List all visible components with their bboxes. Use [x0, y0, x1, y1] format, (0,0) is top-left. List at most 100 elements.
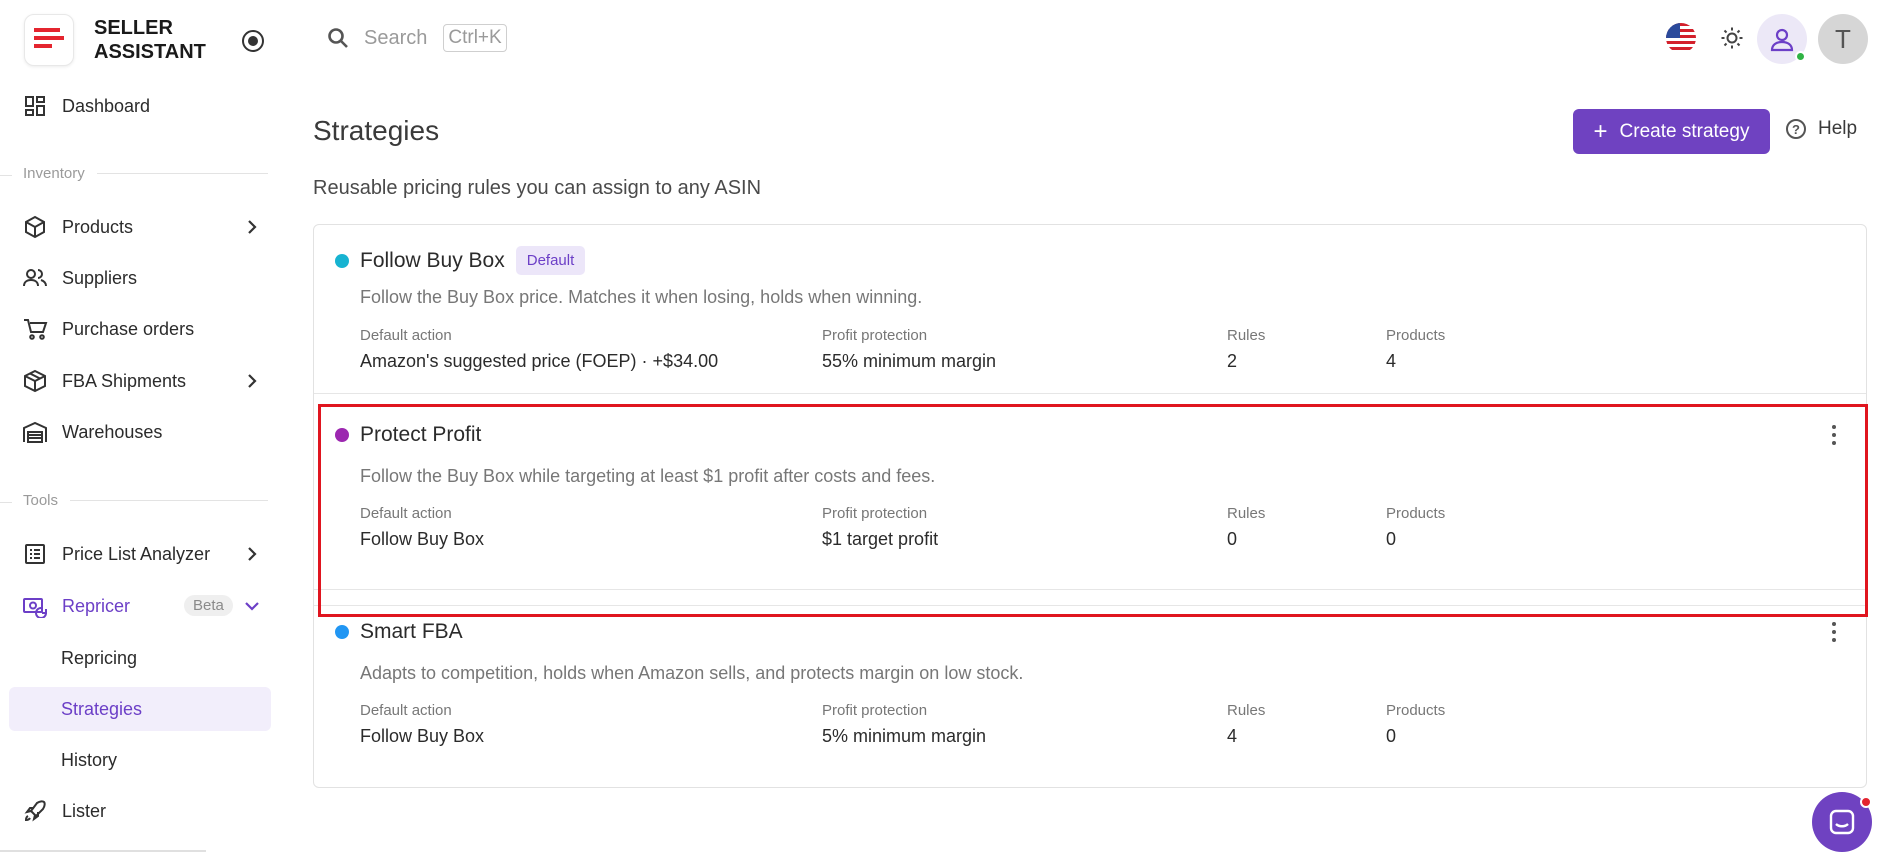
seller-assistant-logo [24, 14, 74, 66]
record-icon [248, 36, 258, 46]
chevron-right-icon[interactable] [242, 371, 262, 391]
strategy-color-dot [335, 428, 349, 442]
default-action-value: Follow Buy Box [360, 726, 485, 746]
sidebar-item-label: Purchase orders [62, 318, 195, 339]
help-label: Help [1818, 118, 1858, 139]
chat-icon [1829, 809, 1855, 835]
chevron-right-icon[interactable] [242, 217, 262, 237]
field-label: Default action [360, 327, 452, 344]
strategy-description: Adapts to competition, holds when Amazon… [360, 663, 1024, 683]
box-icon [22, 214, 48, 240]
field-label: Default action [360, 702, 452, 719]
field-label: Default action [360, 505, 452, 522]
sidebar-item-label: Repricing [61, 647, 138, 668]
strategy-card[interactable]: Smart FBA Adapts to competition, holds w… [314, 606, 1866, 788]
list-icon [22, 541, 48, 567]
section-label-inventory: Inventory [23, 165, 268, 182]
strategy-list: Follow Buy Box Default Follow the Buy Bo… [313, 224, 1867, 788]
field-label: Rules [1227, 505, 1266, 522]
rules-value: 4 [1227, 726, 1238, 746]
sidebar-item-label: Dashboard [62, 95, 151, 116]
sidebar-item-history[interactable]: History [0, 738, 280, 782]
profit-protection-value: 5% minimum margin [822, 726, 987, 746]
package-icon [22, 368, 48, 394]
us-flag-icon[interactable] [1666, 23, 1696, 53]
field-label: Profit protection [822, 505, 928, 522]
search-icon [328, 28, 348, 48]
sidebar-item-label: Lister [62, 800, 107, 821]
field-label: Products [1386, 702, 1446, 719]
sidebar-item-label: FBA Shipments [62, 370, 187, 391]
products-value: 4 [1386, 351, 1397, 371]
plus-icon: + [1593, 117, 1608, 145]
avatar[interactable]: T [1818, 14, 1868, 64]
record-button[interactable] [242, 30, 264, 52]
sidebar-item-lister[interactable]: Lister [0, 789, 280, 833]
chevron-down-icon[interactable] [242, 596, 262, 616]
sidebar-item-label: Price List Analyzer [62, 543, 211, 564]
search-input[interactable]: Search [364, 27, 427, 50]
strategy-card[interactable]: Follow Buy Box Default Follow the Buy Bo… [314, 225, 1866, 393]
products-value: 0 [1386, 529, 1397, 549]
sidebar: SELLER ASSISTANT Dashboard Inventory Pro… [0, 0, 280, 852]
page-title: Strategies [313, 115, 440, 146]
sidebar-item-label: Suppliers [62, 267, 138, 288]
field-label: Profit protection [822, 327, 928, 344]
strategy-description: Follow the Buy Box price. Matches it whe… [360, 287, 923, 307]
sidebar-item-price-list-analyzer[interactable]: Price List Analyzer [0, 532, 280, 576]
sidebar-item-purchase-orders[interactable]: Purchase orders [0, 307, 280, 351]
create-strategy-label: Create strategy [1619, 120, 1750, 142]
sidebar-item-fba-shipments[interactable]: FBA Shipments [0, 359, 280, 403]
sidebar-item-suppliers[interactable]: Suppliers [0, 256, 280, 300]
section-label-tools: Tools [23, 492, 268, 509]
user-icon [1770, 28, 1794, 52]
divider [0, 502, 12, 503]
more-options-icon[interactable] [1822, 620, 1846, 644]
warehouse-icon [22, 419, 48, 445]
section-label-text: Tools [23, 492, 59, 509]
page-subtitle: Reusable pricing rules you can assign to… [313, 177, 762, 199]
strategy-card[interactable]: Protect Profit Follow the Buy Box while … [314, 403, 1866, 589]
field-label: Rules [1227, 327, 1266, 344]
people-icon [22, 265, 48, 291]
create-strategy-button[interactable]: + Create strategy [1573, 109, 1770, 154]
help-icon: ? [1786, 119, 1806, 139]
rules-value: 0 [1227, 529, 1238, 549]
rocket-icon [22, 798, 48, 824]
notification-dot [1860, 796, 1872, 808]
sun-icon [1721, 27, 1743, 49]
divider [0, 175, 12, 176]
search-shortcut: Ctrl+K [443, 24, 507, 52]
strategy-description: Follow the Buy Box while targeting at le… [360, 466, 936, 486]
sidebar-item-label: History [61, 749, 118, 770]
chevron-right-icon[interactable] [242, 544, 262, 564]
theme-toggle-button[interactable] [1718, 24, 1746, 52]
products-value: 0 [1386, 726, 1397, 746]
divider [314, 393, 1866, 394]
sidebar-item-strategies[interactable]: Strategies [9, 687, 271, 731]
default-action-value: Follow Buy Box [360, 529, 485, 549]
brand[interactable]: SELLER ASSISTANT [24, 14, 206, 66]
sidebar-item-label: Strategies [61, 698, 143, 719]
sidebar-item-warehouses[interactable]: Warehouses [0, 410, 280, 454]
sidebar-item-products[interactable]: Products [0, 205, 280, 249]
rules-value: 2 [1227, 351, 1238, 371]
default-badge: Default [515, 246, 586, 275]
sidebar-item-repricing[interactable]: Repricing [0, 636, 280, 680]
sidebar-item-label: Repricer [62, 595, 131, 616]
sidebar-item-dashboard[interactable]: Dashboard [0, 84, 280, 128]
profit-protection-value: 55% minimum margin [822, 351, 997, 371]
sidebar-item-label: Warehouses [62, 421, 163, 442]
sidebar-item-repricer[interactable]: Repricer Beta [0, 584, 280, 628]
strategy-name: Follow Buy Box [360, 248, 505, 272]
divider [70, 500, 268, 501]
field-label: Rules [1227, 702, 1266, 719]
search-bar[interactable]: Search Ctrl+K [326, 24, 507, 52]
help-button[interactable]: ? Help [1786, 118, 1857, 140]
field-label: Products [1386, 505, 1446, 522]
divider [314, 589, 1866, 590]
default-action-value: Amazon's suggested price (FOEP) · +$34.0… [360, 351, 719, 371]
brand-name: SELLER ASSISTANT [94, 17, 206, 63]
more-options-icon[interactable] [1822, 423, 1846, 447]
online-status-indicator [1795, 51, 1806, 62]
